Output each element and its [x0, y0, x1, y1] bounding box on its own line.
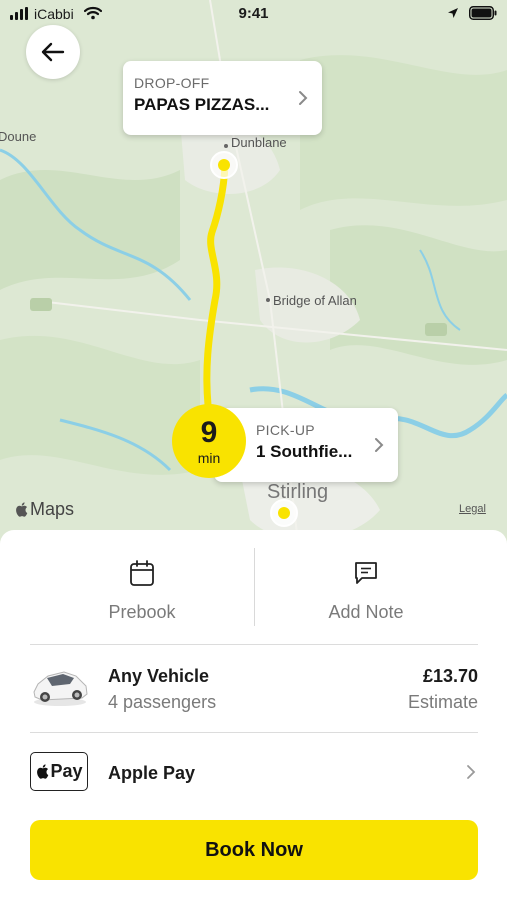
- clock: 9:41: [238, 5, 269, 22]
- eta-badge: 9 min: [172, 404, 246, 478]
- map-label-stirling: Stirling: [267, 481, 329, 503]
- apple-icon: [37, 764, 49, 779]
- status-bar: iCabbi 9:41: [0, 0, 507, 30]
- fare-price: £13.70: [422, 666, 478, 686]
- pickup-label: PICK-UP: [256, 422, 315, 438]
- map-label-doune: Doune: [0, 129, 37, 144]
- booking-sheet: Prebook Add Note Any Vehicle 4 passenger…: [0, 530, 507, 900]
- apple-maps-logo: Maps: [14, 499, 74, 520]
- car-icon: [33, 671, 88, 706]
- chevron-right-icon: [375, 438, 384, 452]
- vehicle-option[interactable]: Any Vehicle 4 passengers £13.70 Estimate: [30, 656, 478, 732]
- fare-estimate-label: Estimate: [407, 692, 478, 712]
- back-button[interactable]: [26, 25, 80, 79]
- divider: [30, 644, 478, 645]
- add-note-button[interactable]: Add Note: [254, 548, 478, 644]
- chevron-right-icon: [467, 765, 476, 779]
- back-arrow-icon: [41, 42, 65, 62]
- legal-link[interactable]: Legal: [459, 503, 486, 515]
- location-arrow-icon: [448, 8, 458, 18]
- prebook-button[interactable]: Prebook: [30, 548, 254, 644]
- map-label-bridge-of-allan: Bridge of Allan: [273, 293, 357, 308]
- map-label-dunblane: Dunblane: [231, 135, 287, 150]
- eta-unit: min: [197, 450, 221, 466]
- book-now-button[interactable]: Book Now: [30, 820, 478, 880]
- payment-method-name: Apple Pay: [108, 763, 196, 783]
- eta-value: 9: [200, 416, 218, 449]
- apple-pay-badge-label: Pay: [50, 761, 83, 781]
- chevron-right-icon: [299, 91, 308, 105]
- dropoff-label: DROP-OFF: [134, 75, 210, 91]
- apple-pay-badge: Pay: [30, 752, 88, 791]
- battery-icon: [469, 6, 497, 20]
- dropoff-address: PAPAS PIZZAS...: [134, 95, 270, 114]
- calendar-icon: [130, 560, 154, 586]
- dropoff-callout[interactable]: DROP-OFF PAPAS PIZZAS...: [123, 61, 322, 135]
- action-row: Prebook Add Note: [30, 548, 478, 644]
- note-bubble-icon: [355, 562, 377, 584]
- add-note-label: Add Note: [328, 602, 404, 622]
- vehicle-name: Any Vehicle: [108, 666, 210, 686]
- divider: [30, 732, 478, 733]
- maps-brand-label: Maps: [30, 499, 75, 519]
- prebook-label: Prebook: [108, 602, 176, 622]
- apple-icon: [16, 502, 28, 517]
- vehicle-capacity: 4 passengers: [108, 692, 217, 712]
- payment-method-row[interactable]: Pay Apple Pay: [30, 744, 478, 800]
